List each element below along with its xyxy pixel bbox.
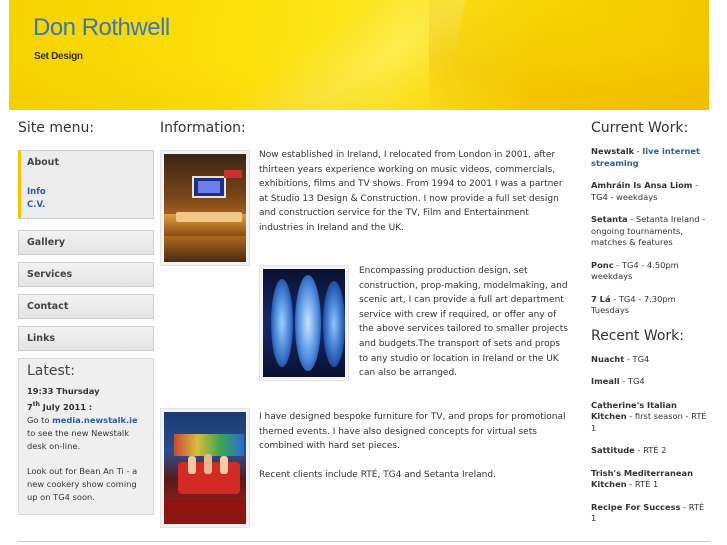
info-paragraph-4: Recent clients include RTÉ, TG4 and Seta… — [259, 470, 496, 480]
studio-set-photo-1 — [160, 150, 250, 266]
current-work-heading: Current Work: — [591, 120, 689, 136]
current-work-item: Amhráin Is Ansa Liom - TG4 - weekdays — [591, 180, 699, 202]
menu-item-links[interactable]: Links — [18, 326, 154, 351]
header-banner: Don Rothwell Set Design — [9, 0, 709, 110]
latest-date: 19:33 Thursday 7th July 2011 : — [27, 386, 100, 412]
menu-item-gallery[interactable]: Gallery — [18, 230, 154, 255]
menu-item-links-label[interactable]: Links — [19, 327, 153, 350]
left-sidebar: Site menu: About Info C.V. Gallery Servi… — [18, 120, 154, 515]
menu-item-about-label[interactable]: About — [21, 151, 153, 174]
site-menu: About Info C.V. Gallery Services Contact… — [18, 150, 154, 351]
footer-divider — [18, 541, 710, 542]
current-work-item: Ponc - TG4 - 4.50pm weekdays — [591, 259, 679, 282]
latest-text-2: Look out for Bean An Ti - a new cookery … — [27, 465, 138, 502]
recent-work-item: Sattitude - RTÉ 2 — [591, 445, 667, 455]
menu-item-contact[interactable]: Contact — [18, 294, 154, 319]
recent-work-item: Trish's Mediterranean Kitchen - RTÉ 1 — [591, 467, 693, 490]
site-title[interactable]: Don Rothwell — [33, 14, 170, 42]
menu-item-about[interactable]: About Info C.V. — [18, 150, 154, 219]
info-paragraph-1: Now established in Ireland, I relocated … — [259, 150, 563, 233]
menu-item-contact-label[interactable]: Contact — [19, 295, 153, 318]
recent-work-heading: Recent Work: — [591, 327, 685, 344]
latest-heading: Latest: — [27, 363, 75, 379]
menu-item-gallery-label[interactable]: Gallery — [19, 231, 153, 254]
site-menu-heading: Site menu: — [18, 120, 95, 136]
current-work-item: Newstalk - live internet streaming — [591, 146, 700, 168]
about-submenu: Info C.V. — [21, 174, 153, 218]
latest-text-1: Go to media.newstalk.ie to see the new N… — [27, 414, 138, 451]
studio-set-photo-2 — [259, 265, 349, 381]
current-work-item: 7 Lá - TG4 - 7.30pm Tuesdays — [591, 293, 676, 316]
right-sidebar: Current Work: Newstalk - live internet s… — [591, 120, 711, 536]
recent-work-item: Recipe For Success - RTÉ 1 — [591, 501, 705, 524]
recent-work-item: Nuacht - TG4 — [591, 353, 650, 364]
recent-work-item: Catherine's Italian Kitchen - first seas… — [591, 399, 707, 433]
submenu-item-info[interactable]: Info — [27, 186, 153, 199]
studio-set-photo-3 — [160, 408, 250, 528]
info-paragraph-3: I have designed bespoke furniture for TV… — [259, 412, 566, 452]
newstalk-media-link[interactable]: media.newstalk.ie — [52, 415, 138, 425]
current-work-item: Setanta - Setanta Ireland - ongoing tour… — [591, 214, 706, 247]
site-subtitle: Set Design — [34, 51, 83, 62]
recent-work-item: Imeall - TG4 — [591, 376, 645, 386]
menu-item-services[interactable]: Services — [18, 262, 154, 287]
info-paragraph-2: Encompassing production design, set cons… — [359, 266, 568, 379]
latest-news-box: Latest: 19:33 Thursday 7th July 2011 : G… — [18, 358, 154, 515]
menu-item-services-label[interactable]: Services — [19, 263, 153, 286]
submenu-item-cv[interactable]: C.V. — [27, 199, 153, 212]
information-heading: Information: — [160, 120, 246, 136]
main-content: Information: Now established in Ireland,… — [160, 120, 580, 528]
